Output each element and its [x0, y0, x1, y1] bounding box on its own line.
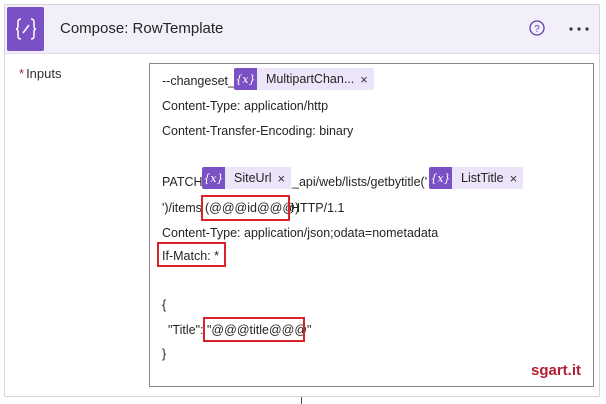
brand-watermark: sgart.it — [531, 362, 582, 379]
line-content-type: Content-Type: application/http — [162, 99, 329, 113]
help-circle-icon[interactable]: ? — [529, 20, 545, 36]
action-header[interactable]: Compose: RowTemplate ? — [5, 5, 599, 54]
token-siteurl[interactable]: {x} SiteUrl × — [202, 167, 292, 189]
more-dots-icon[interactable] — [568, 19, 590, 39]
svg-text:?: ? — [534, 24, 540, 35]
expression-icon: {x} — [202, 167, 225, 189]
inputs-editor[interactable]: --changeset_ {x} MultipartChan... × Cont… — [149, 63, 594, 387]
token-multipart-label: MultipartChan... — [266, 72, 355, 86]
close-icon[interactable]: × — [278, 171, 292, 186]
line-patch-middle: _api/web/lists/getbytitle(' — [292, 175, 428, 189]
line-title-key: "Title": — [168, 323, 204, 337]
line-json-content-type: Content-Type: application/json;odata=nom… — [162, 226, 439, 240]
token-multipart[interactable]: {x} MultipartChan... × — [234, 68, 374, 90]
line-encoding: Content-Transfer-Encoding: binary — [162, 124, 354, 138]
expression-icon: {x} — [429, 167, 452, 189]
line-items-prefix: ')/items — [162, 201, 202, 215]
highlight-box-if-match — [157, 242, 226, 267]
highlight-box-title — [203, 317, 305, 342]
token-siteurl-label: SiteUrl — [234, 171, 272, 185]
inputs-label: * Inputs — [19, 66, 61, 81]
highlight-box-id — [201, 195, 290, 221]
token-listtitle-label: ListTitle — [461, 171, 504, 185]
close-icon[interactable]: × — [360, 72, 374, 87]
line-changeset: --changeset_ — [162, 74, 235, 88]
line-open-brace: { — [162, 298, 167, 312]
action-title[interactable]: Compose: RowTemplate — [60, 20, 223, 37]
required-mark: * — [19, 66, 25, 81]
expression-icon: {x} — [234, 68, 257, 90]
flow-connector — [301, 397, 302, 404]
line-items-suffix: HTTP/1.1 — [291, 201, 345, 215]
token-listtitle[interactable]: {x} ListTitle × — [429, 167, 524, 189]
inputs-label-text: Inputs — [26, 66, 62, 81]
line-close-brace: } — [162, 347, 167, 361]
line-patch-prefix: PATCH — [162, 175, 203, 189]
compose-action-card: Compose: RowTemplate ? * Inputs --changes… — [4, 4, 600, 397]
curly-braces-icon — [7, 7, 44, 51]
close-icon[interactable]: × — [510, 171, 524, 186]
